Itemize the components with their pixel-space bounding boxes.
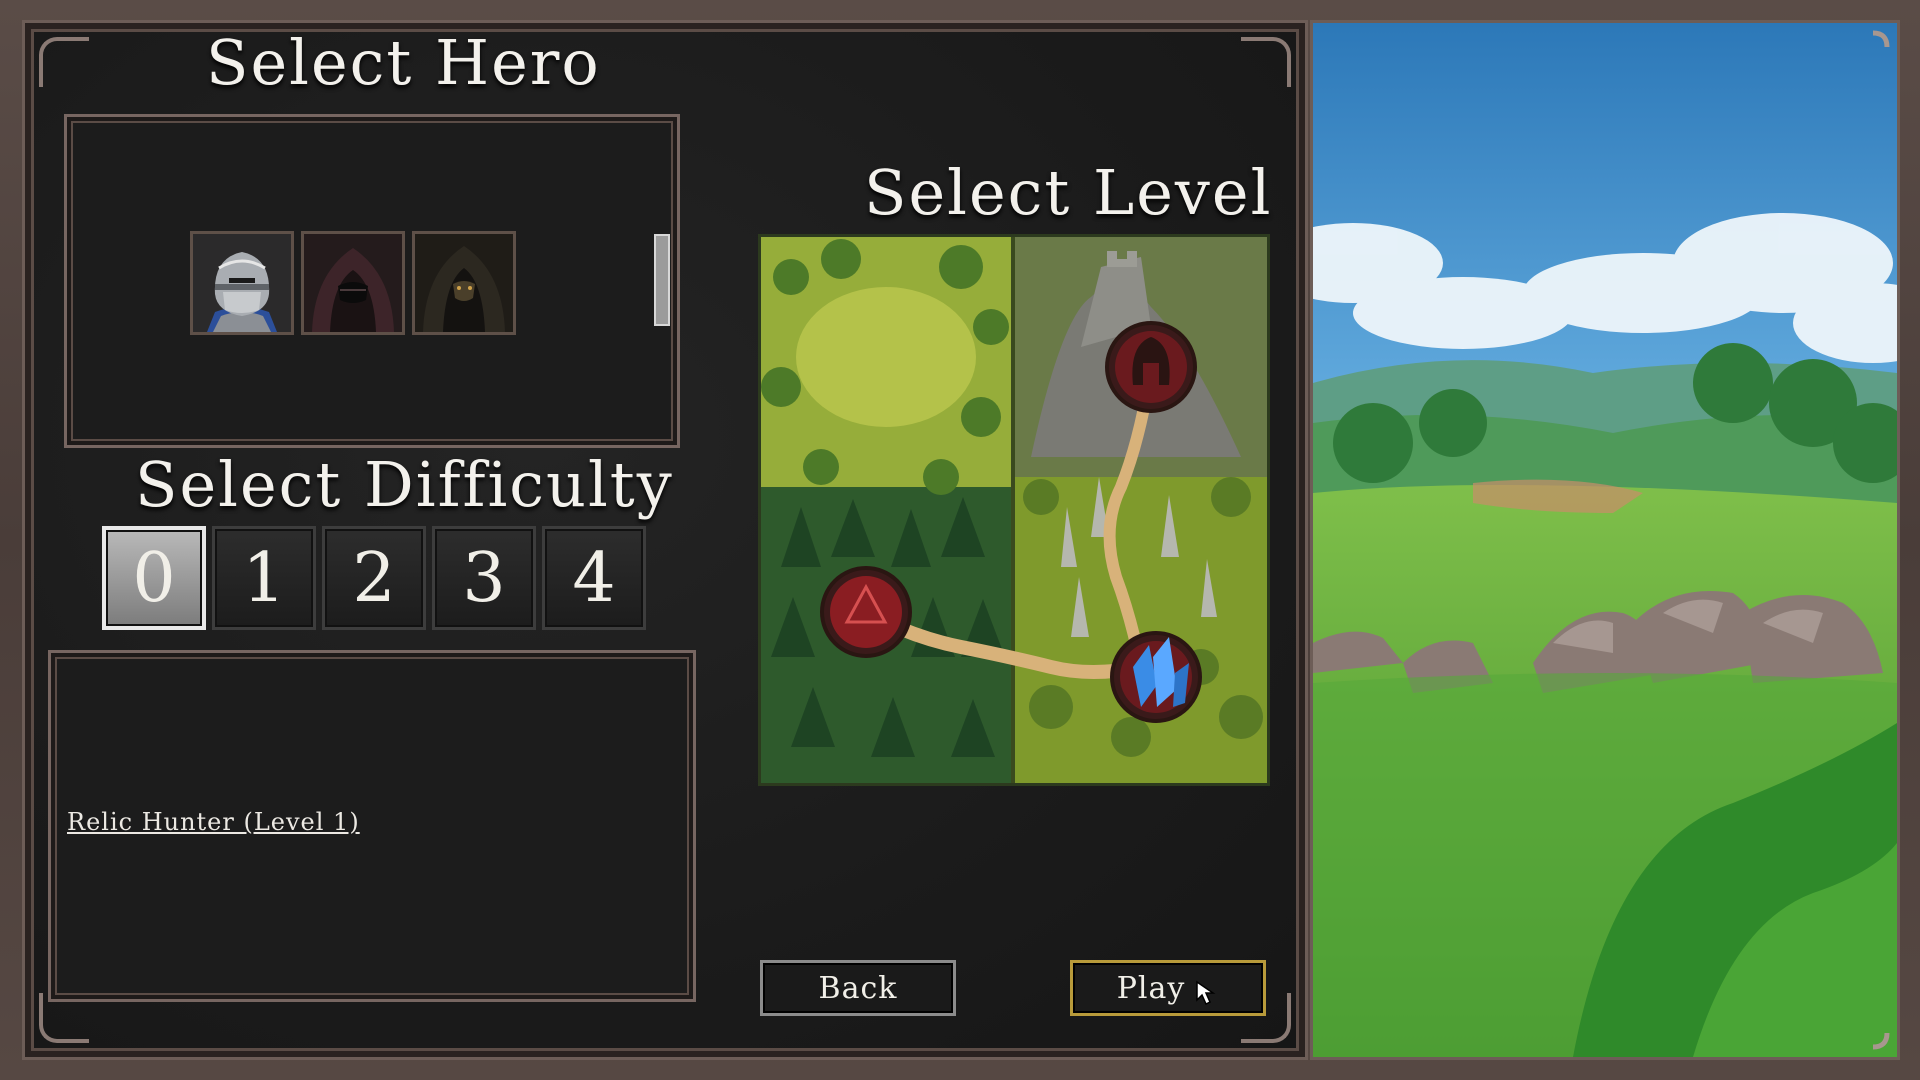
ornament-corner-icon (39, 37, 89, 87)
landscape-art-panel (1310, 20, 1900, 1060)
play-button-label: Play (1116, 970, 1186, 1006)
forest-node-icon (820, 566, 912, 658)
hero-portrait-hooded-rogue[interactable] (301, 231, 405, 335)
select-hero-title: Select Hero (206, 26, 601, 99)
crystal-node-icon (1110, 631, 1202, 723)
difficulty-1-button[interactable]: 1 (212, 526, 316, 630)
cursor-icon (1196, 980, 1216, 1006)
level-map (758, 234, 1270, 786)
hooded-figure-icon (304, 234, 402, 332)
difficulty-2-button[interactable]: 2 (322, 526, 426, 630)
hero-list-scrollbar[interactable] (654, 234, 670, 326)
difficulty-4-button[interactable]: 4 (542, 526, 646, 630)
hero-info-link[interactable]: Relic Hunter (Level 1) (67, 808, 360, 836)
select-difficulty-title: Select Difficulty (135, 448, 674, 521)
landscape-illustration (1313, 23, 1897, 1057)
back-button[interactable]: Back (760, 960, 956, 1016)
play-button[interactable]: Play (1070, 960, 1266, 1016)
ornament-corner-icon (1241, 37, 1291, 87)
level-map-art (761, 237, 1267, 783)
dark-hooded-figure-icon (415, 234, 513, 332)
difficulty-0-button[interactable]: 0 (102, 526, 206, 630)
difficulty-3-button[interactable]: 3 (432, 526, 536, 630)
hero-portrait-dark-hooded[interactable] (412, 231, 516, 335)
select-level-title: Select Level (864, 156, 1273, 229)
knight-helmet-icon (193, 234, 291, 332)
castle-node-icon (1105, 321, 1197, 413)
hero-portrait-knight[interactable] (190, 231, 294, 335)
